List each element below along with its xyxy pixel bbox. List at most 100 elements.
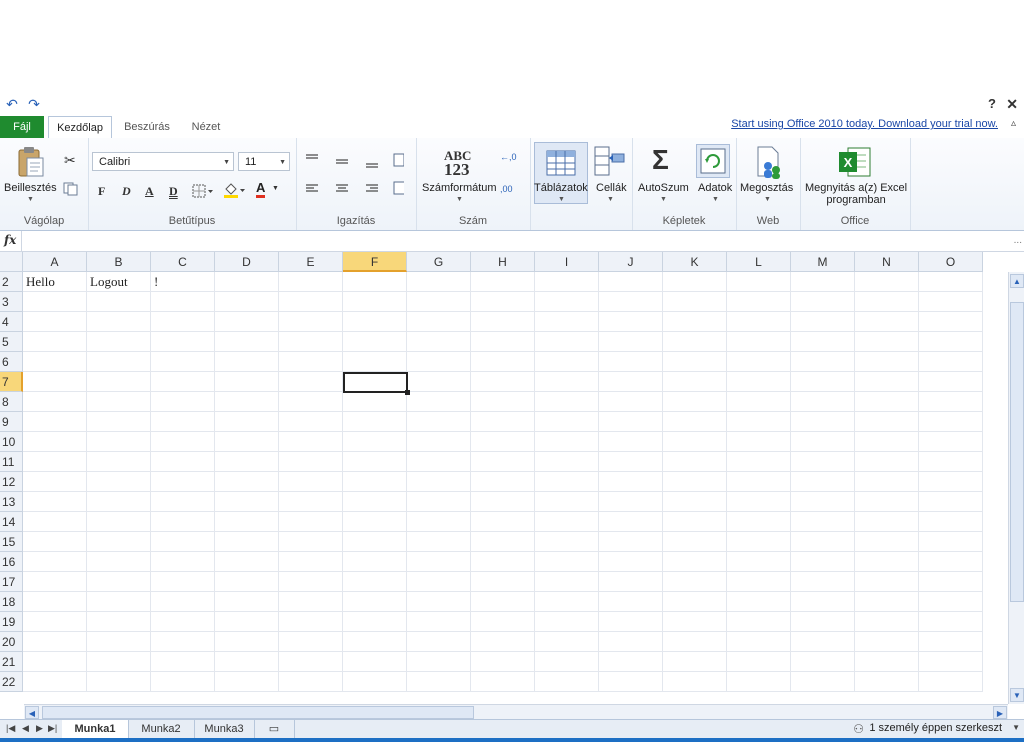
- column-header-a[interactable]: A: [23, 252, 87, 272]
- cell-f15[interactable]: [343, 532, 407, 552]
- cell-e14[interactable]: [279, 512, 343, 532]
- cell-o18[interactable]: [919, 592, 983, 612]
- cell-f16[interactable]: [343, 552, 407, 572]
- column-header-c[interactable]: C: [151, 252, 215, 272]
- cell-d9[interactable]: [215, 412, 279, 432]
- cell-g11[interactable]: [407, 452, 471, 472]
- scroll-up-arrow-icon[interactable]: ▲: [1010, 274, 1024, 288]
- cell-d17[interactable]: [215, 572, 279, 592]
- cell-f3[interactable]: [343, 292, 407, 312]
- cell-n8[interactable]: [855, 392, 919, 412]
- row-header-21[interactable]: 21: [0, 652, 23, 672]
- cell-i13[interactable]: [535, 492, 599, 512]
- cell-n14[interactable]: [855, 512, 919, 532]
- cell-b14[interactable]: [87, 512, 151, 532]
- tables-button[interactable]: Táblázatok: [534, 182, 588, 194]
- cell-a7[interactable]: [23, 372, 87, 392]
- cell-i19[interactable]: [535, 612, 599, 632]
- cell-i5[interactable]: [535, 332, 599, 352]
- cell-f13[interactable]: [343, 492, 407, 512]
- row-header-2[interactable]: 2: [0, 272, 23, 292]
- cell-m21[interactable]: [791, 652, 855, 672]
- cell-o14[interactable]: [919, 512, 983, 532]
- cell-l10[interactable]: [727, 432, 791, 452]
- cell-i6[interactable]: [535, 352, 599, 372]
- cell-h2[interactable]: [471, 272, 535, 292]
- cell-n10[interactable]: [855, 432, 919, 452]
- cell-i12[interactable]: [535, 472, 599, 492]
- tab-file[interactable]: Fájl: [0, 116, 44, 138]
- cell-a6[interactable]: [23, 352, 87, 372]
- column-header-b[interactable]: B: [87, 252, 151, 272]
- cell-l17[interactable]: [727, 572, 791, 592]
- cell-j5[interactable]: [599, 332, 663, 352]
- cell-l21[interactable]: [727, 652, 791, 672]
- cell-m8[interactable]: [791, 392, 855, 412]
- cell-g5[interactable]: [407, 332, 471, 352]
- cell-o19[interactable]: [919, 612, 983, 632]
- cell-k3[interactable]: [663, 292, 727, 312]
- cell-g8[interactable]: [407, 392, 471, 412]
- tab-home[interactable]: Kezdőlap: [48, 116, 112, 140]
- cell-g17[interactable]: [407, 572, 471, 592]
- cell-h10[interactable]: [471, 432, 535, 452]
- cell-l6[interactable]: [727, 352, 791, 372]
- bold-button[interactable]: F: [98, 184, 105, 199]
- cell-d3[interactable]: [215, 292, 279, 312]
- share-button[interactable]: Megosztás: [740, 182, 793, 194]
- cell-l13[interactable]: [727, 492, 791, 512]
- cell-a4[interactable]: [23, 312, 87, 332]
- cell-f5[interactable]: [343, 332, 407, 352]
- cell-i2[interactable]: [535, 272, 599, 292]
- cells-icon[interactable]: [594, 146, 626, 176]
- row-header-16[interactable]: 16: [0, 552, 23, 572]
- cell-c7[interactable]: [151, 372, 215, 392]
- cell-h21[interactable]: [471, 652, 535, 672]
- cell-b8[interactable]: [87, 392, 151, 412]
- cell-h6[interactable]: [471, 352, 535, 372]
- cell-a19[interactable]: [23, 612, 87, 632]
- cell-k18[interactable]: [663, 592, 727, 612]
- cell-k13[interactable]: [663, 492, 727, 512]
- column-header-g[interactable]: G: [407, 252, 471, 272]
- row-header-15[interactable]: 15: [0, 532, 23, 552]
- cell-h16[interactable]: [471, 552, 535, 572]
- cell-m7[interactable]: [791, 372, 855, 392]
- cell-f22[interactable]: [343, 672, 407, 692]
- scroll-right-arrow-icon[interactable]: ▶: [993, 706, 1007, 719]
- cell-c4[interactable]: [151, 312, 215, 332]
- cell-e19[interactable]: [279, 612, 343, 632]
- row-header-22[interactable]: 22: [0, 672, 23, 692]
- cell-l22[interactable]: [727, 672, 791, 692]
- cell-c14[interactable]: [151, 512, 215, 532]
- cell-i14[interactable]: [535, 512, 599, 532]
- cell-b10[interactable]: [87, 432, 151, 452]
- row-header-7[interactable]: 7: [0, 372, 23, 392]
- active-cell-cursor[interactable]: [343, 372, 408, 393]
- cell-o22[interactable]: [919, 672, 983, 692]
- cell-d18[interactable]: [215, 592, 279, 612]
- cell-n19[interactable]: [855, 612, 919, 632]
- cell-j12[interactable]: [599, 472, 663, 492]
- cell-e12[interactable]: [279, 472, 343, 492]
- cell-m14[interactable]: [791, 512, 855, 532]
- row-header-12[interactable]: 12: [0, 472, 23, 492]
- data-button[interactable]: Adatok: [698, 182, 732, 194]
- cell-m22[interactable]: [791, 672, 855, 692]
- cell-n2[interactable]: [855, 272, 919, 292]
- align-top-button[interactable]: [304, 150, 320, 166]
- cell-i10[interactable]: [535, 432, 599, 452]
- cell-f2[interactable]: [343, 272, 407, 292]
- cell-c10[interactable]: [151, 432, 215, 452]
- column-header-o[interactable]: O: [919, 252, 983, 272]
- more-icon[interactable]: ...: [1014, 235, 1022, 246]
- cell-i7[interactable]: [535, 372, 599, 392]
- cell-i15[interactable]: [535, 532, 599, 552]
- row-header-20[interactable]: 20: [0, 632, 23, 652]
- cell-l12[interactable]: [727, 472, 791, 492]
- cell-f10[interactable]: [343, 432, 407, 452]
- paste-dropdown-icon[interactable]: ▼: [27, 196, 34, 203]
- share-dropdown-icon[interactable]: ▼: [764, 196, 771, 203]
- cell-g16[interactable]: [407, 552, 471, 572]
- cell-o16[interactable]: [919, 552, 983, 572]
